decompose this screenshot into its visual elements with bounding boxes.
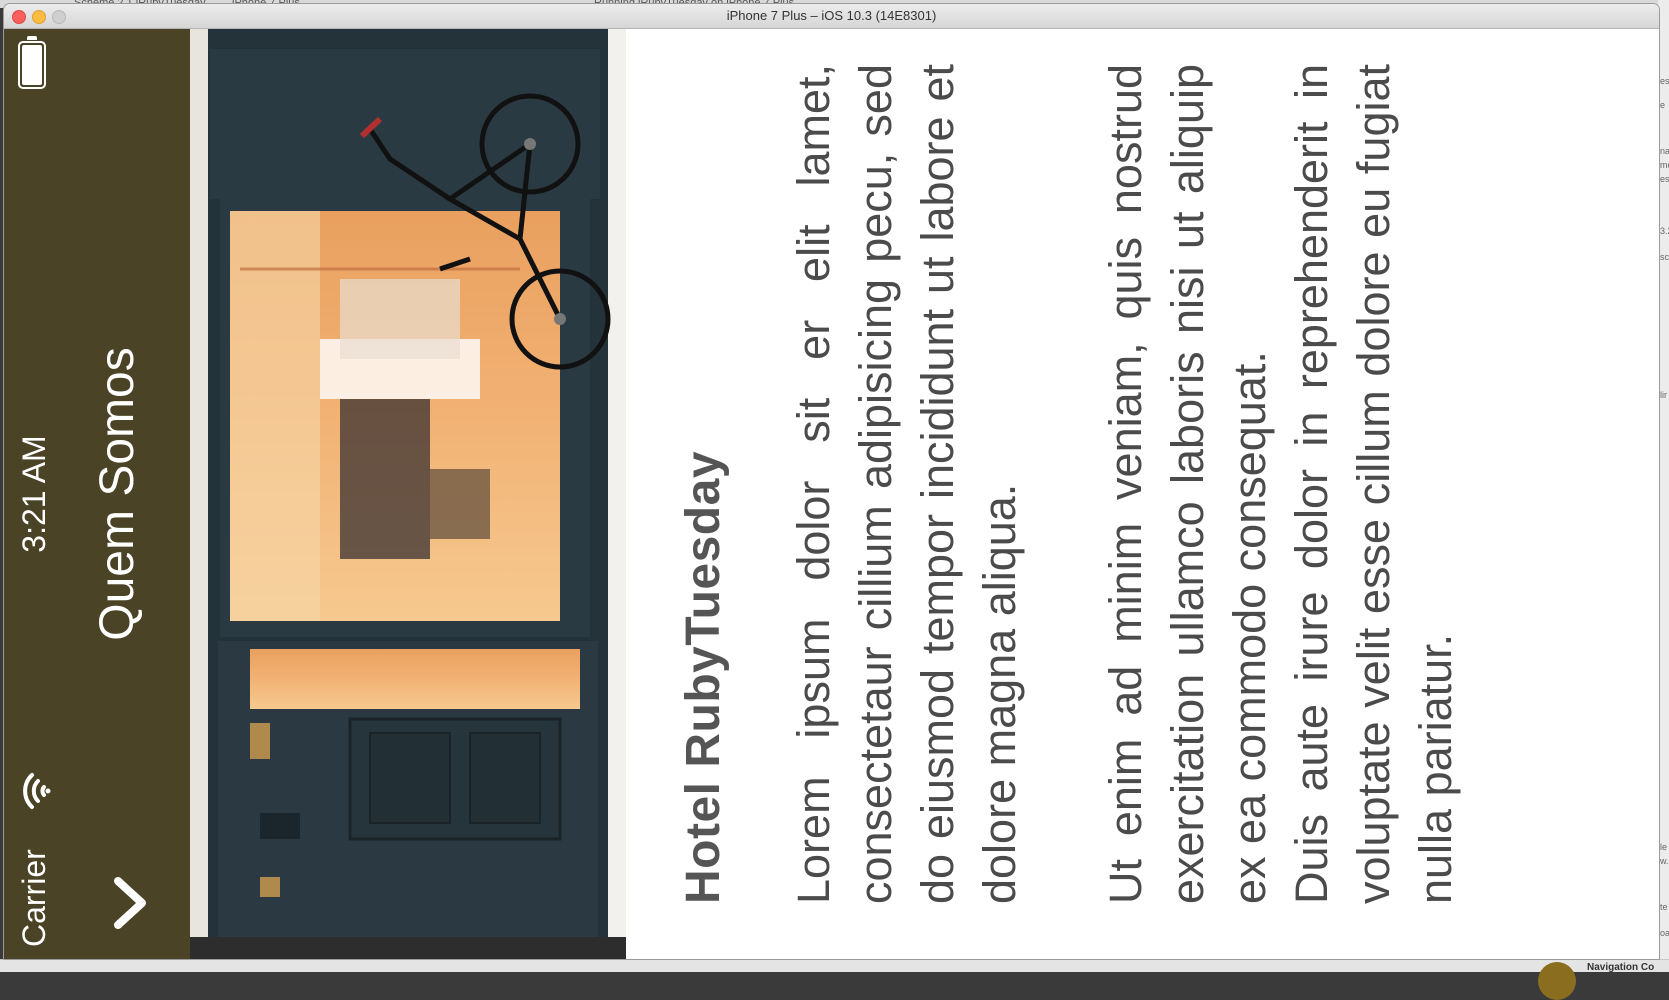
inspector-text: te: [1660, 902, 1668, 912]
xcode-inspector: es e na me es 3.2 sc lir le w. te oa: [1658, 0, 1669, 971]
article-paragraph-3: Duis aute irure dolor in reprehenderit i…: [1286, 64, 1461, 904]
app-view: Carrier 3:21 AM Quem Somos Hotel RubyTue…: [4, 29, 1659, 959]
inspector-text: oa: [1660, 928, 1669, 938]
status-time: 3:21 AM: [16, 435, 52, 553]
xcode-library-bar: Navigation Co: [0, 959, 1669, 1000]
article-paragraph-1: Lorem ipsum dolor sit er elit lamet, con…: [788, 64, 1025, 904]
window-title: iPhone 7 Plus – iOS 10.3 (14E8301): [726, 8, 937, 23]
navigation-bar: Carrier 3:21 AM Quem Somos: [4, 29, 190, 959]
navigation-controller-icon: [1538, 962, 1576, 1000]
inspector-text: sc: [1660, 252, 1669, 262]
inspector-text: e: [1660, 100, 1666, 110]
inspector-text: 3.2: [1660, 226, 1669, 236]
nav-title: Quem Somos: [91, 347, 144, 641]
library-item-label[interactable]: Navigation Co: [1587, 962, 1654, 973]
inspector-text: es: [1660, 174, 1669, 184]
inspector-text: es: [1660, 76, 1669, 86]
inspector-text: na: [1660, 146, 1669, 156]
status-bar: Carrier 3:21 AM: [4, 29, 64, 959]
article-heading: Hotel RubyTuesday: [677, 450, 730, 904]
inspector-text: me: [1660, 160, 1669, 170]
inspector-text: le: [1660, 842, 1668, 852]
inspector-text: w.: [1660, 856, 1669, 866]
article-content: Hotel RubyTuesday Lorem ipsum dolor sit …: [626, 64, 1467, 904]
window-titlebar[interactable]: iPhone 7 Plus – iOS 10.3 (14E8301): [4, 4, 1659, 29]
simulator-window: iPhone 7 Plus – iOS 10.3 (14E8301) Carri…: [4, 4, 1659, 959]
article-paragraph-2: Ut enim ad minim veniam, quis nostrud ex…: [1100, 64, 1275, 904]
storefront-illustration: [190, 29, 626, 959]
hotel-storefront-image: [190, 29, 626, 959]
device-screen: Carrier 3:21 AM Quem Somos Hotel RubyTue…: [4, 29, 1659, 959]
battery-icon: [18, 41, 46, 89]
inspector-text: lir: [1660, 390, 1667, 400]
